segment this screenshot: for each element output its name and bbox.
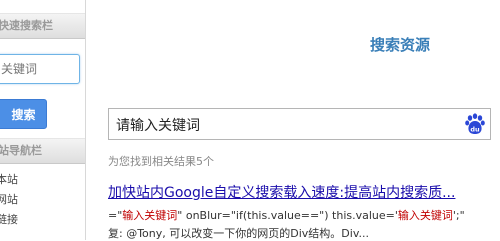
nav-item[interactable]: 网站 <box>0 190 18 210</box>
sidebar-search-input[interactable] <box>0 54 80 84</box>
site-nav-list: 本站 网站 链接 <box>0 170 18 230</box>
search-input[interactable] <box>116 114 456 136</box>
result-snippet: 复: @Tony, 可以改变一下你的网页的Div结构。Div... <box>108 227 369 240</box>
snippet-keyword: 输入关键词 <box>397 209 453 222</box>
result-snippet: ="输入关键词" onBlur="if(this.value==") this.… <box>108 207 500 223</box>
sidebar-search-button[interactable]: 搜索 <box>0 99 47 129</box>
snippet-keyword: 输入关键词 <box>122 209 178 222</box>
search-box: du <box>108 108 491 140</box>
result-count: 为您找到相关结果5个 <box>108 155 214 168</box>
result-title-link[interactable]: 加快站内Google自定义搜索载入速度:提高站内搜索质... <box>108 182 500 202</box>
snippet-text: ';" <box>452 209 465 222</box>
svg-text:du: du <box>470 126 480 134</box>
nav-item[interactable]: 本站 <box>0 170 18 190</box>
nav-item[interactable]: 链接 <box>0 210 18 230</box>
main-content: 搜索资源 du 为您找到相关结果5个 加快站内Google自定义搜索载入速度:提… <box>86 0 500 240</box>
quick-search-heading: 快速搜索栏 <box>0 13 85 39</box>
baidu-paw-icon[interactable]: du <box>464 113 486 135</box>
sidebar: 快速搜索栏 搜索 站导航栏 本站 网站 链接 <box>0 0 86 240</box>
site-nav-heading: 站导航栏 <box>0 138 85 164</box>
snippet-text: " onBlur="if(this.value==") this.value=' <box>177 209 398 222</box>
page-title: 搜索资源 <box>370 36 431 54</box>
snippet-text: =" <box>108 209 123 222</box>
